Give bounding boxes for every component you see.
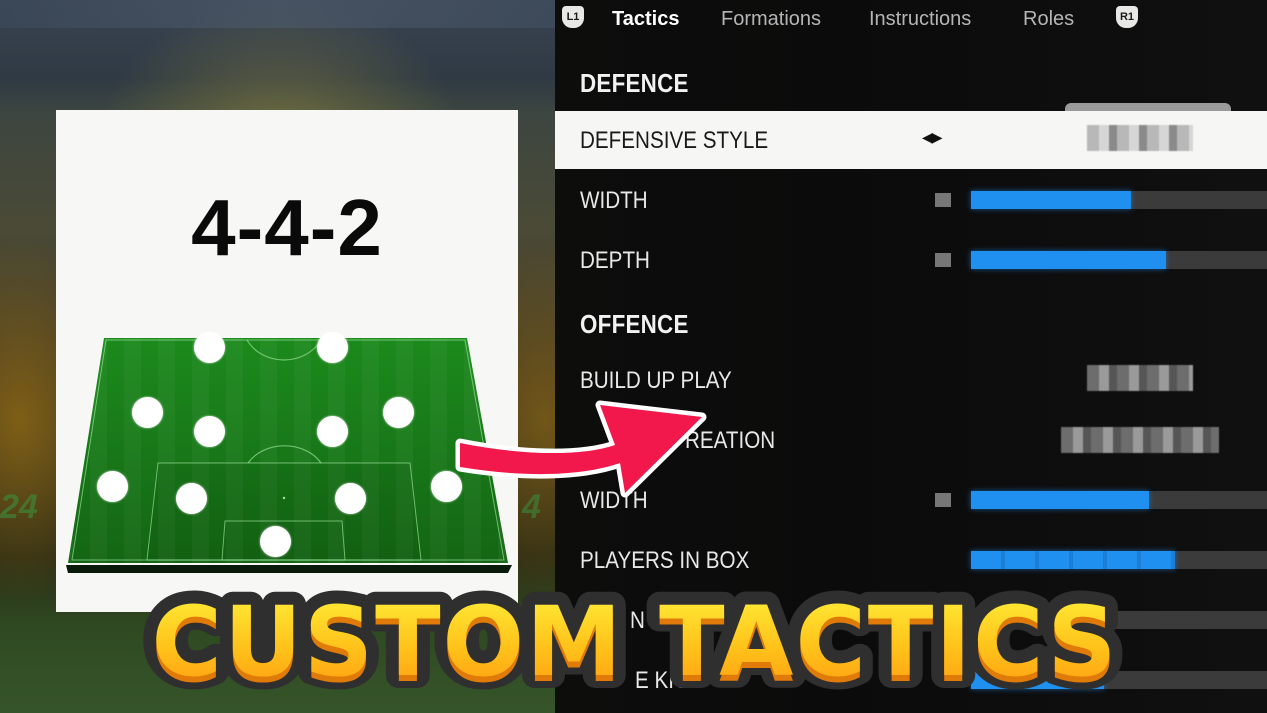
r1-button-icon[interactable]: R1 <box>1116 6 1138 28</box>
offence-width-slider[interactable] <box>971 491 1267 509</box>
defence-width-slider[interactable] <box>971 191 1267 209</box>
player-marker <box>259 526 291 558</box>
slider-value-pixelated <box>935 253 951 267</box>
formation-card: 4-4-2 <box>56 110 518 612</box>
players-in-box-slider[interactable] <box>971 551 1267 569</box>
title-text: CUSTOM TACTICS <box>152 586 1119 698</box>
row-label: DEFENSIVE STYLE <box>580 127 769 154</box>
player-marker <box>193 332 225 363</box>
chance-creation-value-pixelated <box>1061 427 1219 453</box>
player-marker <box>97 471 128 503</box>
player-marker <box>193 416 225 447</box>
slider-fill <box>971 491 1149 509</box>
slider-value-pixelated <box>935 493 951 507</box>
tab-tactics[interactable]: Tactics <box>612 7 679 31</box>
row-label: PLAYERS IN BOX <box>580 547 750 574</box>
slider-fill <box>971 251 1167 269</box>
section-heading-defence: DEFENCE <box>580 68 689 98</box>
pitch-shadow <box>66 565 512 573</box>
slider-fill <box>971 191 1131 209</box>
tab-formations[interactable]: Formations <box>721 7 821 31</box>
row-label: DEPTH <box>580 247 650 274</box>
row-defence-width[interactable]: WIDTH <box>555 171 1267 229</box>
slider-fill <box>971 551 1176 569</box>
left-right-arrows-icon[interactable]: ◀▶ <box>922 129 943 146</box>
stadium-roof-band <box>0 0 560 28</box>
build-up-play-value-pixelated <box>1087 365 1193 391</box>
player-marker <box>132 396 164 428</box>
custom-tactics-title: CUSTOM TACTICS CUSTOM TACTICS CUSTOM TAC… <box>139 575 1130 705</box>
row-defence-depth[interactable]: DEPTH <box>555 231 1267 289</box>
formation-title: 4-4-2 <box>191 183 383 272</box>
tab-roles[interactable]: Roles <box>1023 7 1074 31</box>
defence-depth-slider[interactable] <box>971 251 1267 269</box>
player-marker <box>317 332 348 363</box>
penalty-spot <box>282 496 286 500</box>
row-defensive-style[interactable]: DEFENSIVE STYLE ◀▶ <box>555 111 1267 169</box>
selection-tab-indicator <box>1065 103 1231 111</box>
red-arrow-icon <box>455 400 707 498</box>
defensive-style-value-pixelated <box>1087 125 1193 151</box>
player-marker <box>383 396 414 428</box>
player-marker <box>317 416 348 447</box>
slider-value-pixelated <box>935 193 951 207</box>
tab-instructions[interactable]: Instructions <box>869 7 971 31</box>
tab-bar: L1 Tactics Formations Instructions Roles… <box>555 0 1267 40</box>
background-ghost-text-left: 24 <box>0 488 38 526</box>
row-label: WIDTH <box>580 187 648 214</box>
player-marker <box>334 483 366 515</box>
section-heading-offence: OFFENCE <box>580 309 689 339</box>
l1-button-icon[interactable]: L1 <box>562 6 584 28</box>
